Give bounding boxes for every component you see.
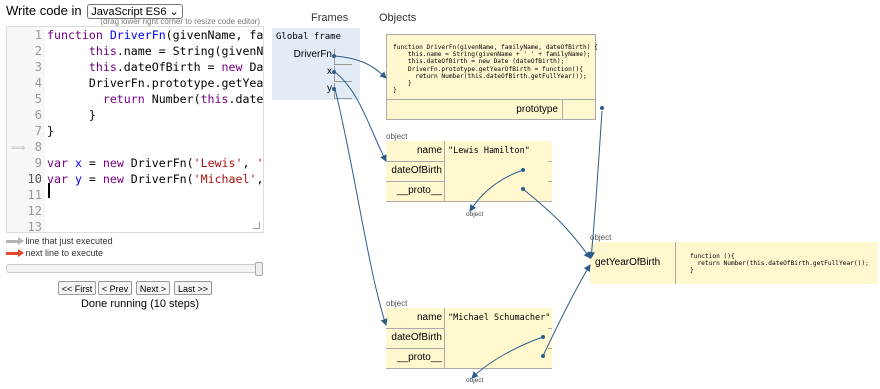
pointer-dot xyxy=(521,168,525,172)
arrow-y xyxy=(334,88,388,326)
pointer-dot xyxy=(521,187,525,191)
pointer-arrows xyxy=(332,54,604,379)
pointer-dot xyxy=(332,54,336,58)
arrow-prototype xyxy=(588,110,603,259)
arrow-y-dob xyxy=(471,336,544,379)
pointer-dot xyxy=(332,70,336,74)
arrow-driverfn xyxy=(334,55,387,79)
pointer-dot xyxy=(332,87,336,91)
pointer-dot xyxy=(600,106,604,110)
pointer-dot xyxy=(541,335,545,339)
arrow-y-proto xyxy=(542,264,591,357)
arrow-x-proto xyxy=(522,188,591,259)
pointer-dot xyxy=(541,354,545,358)
arrow-x-dob xyxy=(469,169,524,212)
arrow-x xyxy=(334,71,387,162)
